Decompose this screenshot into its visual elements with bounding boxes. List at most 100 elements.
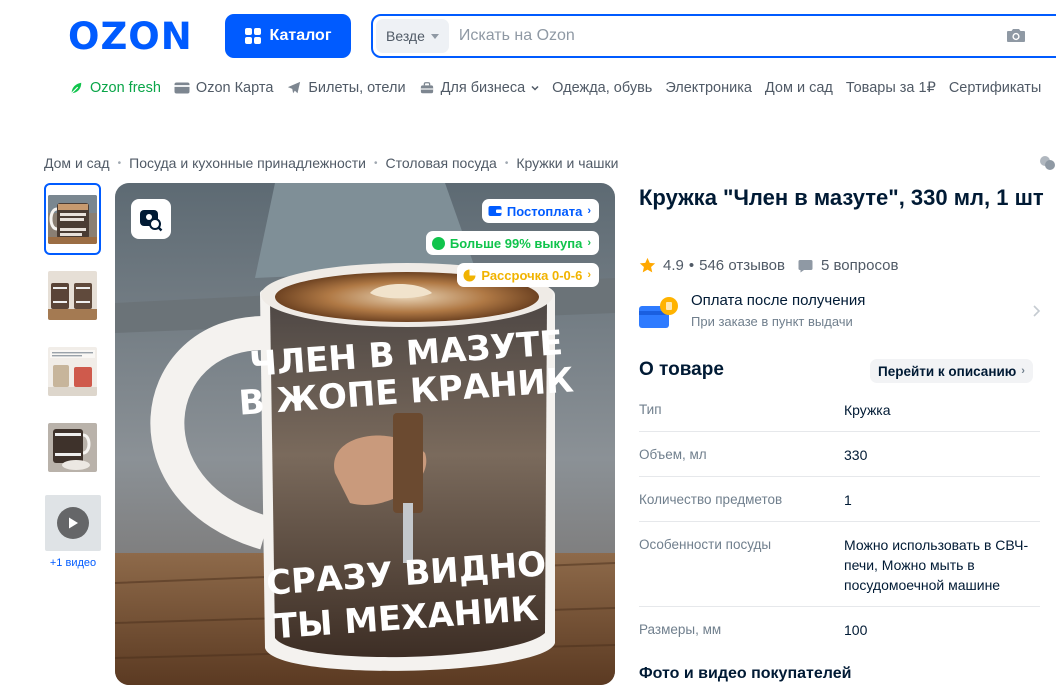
thumbnail-image [48, 346, 97, 396]
thumbnail[interactable] [44, 411, 101, 483]
breadcrumb-separator: • [373, 157, 378, 169]
nav-goods-1rub[interactable]: Товары за 1₽ [846, 80, 936, 96]
nav-label: Одежда, обувь [552, 80, 653, 96]
badge-label: Рассрочка 0-0-6 [481, 267, 583, 283]
camera-icon[interactable] [1006, 27, 1026, 43]
search-scope-label: Везде [386, 28, 425, 44]
nav-certificates[interactable]: Сертификаты [949, 80, 1042, 96]
plane-icon [288, 81, 301, 94]
badge-label: Больше 99% выкупа [449, 235, 583, 251]
spec-key: Тип [639, 402, 662, 417]
badge-installment[interactable]: Рассрочка 0-0-6 › [457, 263, 599, 287]
spec-value: Кружка [844, 402, 891, 418]
ozon-logo[interactable]: OZON [68, 15, 193, 58]
spec-value: 100 [844, 622, 868, 638]
chevron-down-icon [531, 85, 539, 91]
nav-label: Электроника [665, 80, 752, 96]
spec-row: Количество предметов 1 [639, 477, 1040, 522]
spec-row: Особенности посуды Можно использовать в … [639, 522, 1040, 607]
thumbnail[interactable] [44, 183, 101, 255]
customer-photos-title: Фото и видео покупателей [639, 665, 852, 682]
postpay-subtitle: При заказе в пункт выдачи [691, 314, 853, 329]
badge-label: Постоплата [506, 203, 583, 219]
nav-label: Ozon Карта [195, 80, 274, 96]
card-icon [174, 82, 190, 94]
play-icon [56, 507, 89, 539]
nav-electronics[interactable]: Электроника [665, 80, 752, 96]
search-input[interactable] [458, 27, 979, 45]
spec-value: 1 [844, 492, 852, 508]
nav-home-garden[interactable]: Дом и сад [765, 80, 833, 96]
product-photo: ЧЛЕН В МАЗУТЕ В ЖОПЕ КРАНИК СРАЗУ ВИДНО … [115, 183, 615, 685]
spec-row: Размеры, мм 100 [639, 607, 1040, 652]
catalog-label: Каталог [269, 27, 332, 44]
share-icon[interactable] [1039, 155, 1056, 171]
spec-row: Объем, мл 330 [639, 432, 1040, 477]
question-bubble-icon [798, 259, 813, 272]
chevron-right-icon: › [587, 237, 591, 249]
image-search-button[interactable] [131, 199, 171, 239]
star-icon [639, 257, 656, 273]
postpay-info[interactable]: Оплата после получения При заказе в пунк… [639, 292, 1041, 336]
chevron-right-icon: › [587, 205, 591, 217]
card-payment-icon [639, 297, 678, 328]
wallet-icon [488, 206, 502, 216]
thumbnail[interactable] [44, 259, 101, 331]
main-product-image[interactable]: ЧЛЕН В МАЗУТЕ В ЖОПЕ КРАНИК СРАЗУ ВИДНО … [115, 183, 615, 685]
nav-label: Сертификаты [948, 80, 1042, 96]
video-thumbnail[interactable] [44, 487, 101, 559]
reviews-link[interactable]: 546 отзывов [699, 257, 785, 274]
nav-ozon-card[interactable]: Ozon Карта [174, 80, 273, 96]
product-title: Кружка "Член в мазуте", 330 мл, 1 шт [639, 185, 1044, 210]
catalog-button[interactable]: Каталог [225, 14, 351, 58]
nav-tickets[interactable]: Билеты, отели [286, 80, 406, 96]
lens-search-icon [140, 210, 163, 232]
search-bar: Везде [371, 14, 1056, 58]
badge-postpay[interactable]: Постоплата › [481, 199, 599, 223]
thumbnail-image [48, 422, 97, 472]
thumbnail-image [44, 495, 101, 551]
spec-value: Можно использовать в СВЧ-печи, Можно мыт… [844, 537, 1029, 593]
breadcrumb-item[interactable]: Посуда и кухонные принадлежности [129, 155, 366, 171]
caret-down-icon [430, 33, 439, 39]
specs-table: Тип Кружка Объем, мл 330 Количество пред… [639, 387, 1040, 652]
nav-label: Билеты, отели [308, 80, 406, 96]
thumbnail-list: +1 видео [44, 183, 102, 569]
search-scope-select[interactable]: Везде [376, 19, 449, 53]
breadcrumb-item[interactable]: Столовая посуда [385, 155, 496, 171]
briefcase-icon [420, 82, 433, 94]
nav-label: Товары за 1₽ [845, 80, 936, 96]
chevron-right-icon: › [1021, 365, 1025, 377]
spec-key: Размеры, мм [639, 622, 722, 637]
pie-icon [463, 269, 476, 281]
chevron-right-icon [1033, 305, 1041, 317]
rating-row: 4.9 • 546 отзывов 5 вопросов [639, 257, 898, 274]
top-nav: Ozon fresh Ozon Карта Билеты, отели Для … [68, 78, 1054, 98]
goto-description-button[interactable]: Перейти к описанию › [870, 359, 1033, 383]
badge-buyout[interactable]: Больше 99% выкупа › [425, 231, 599, 255]
grid-icon [244, 28, 261, 44]
goto-description-label: Перейти к описанию [878, 363, 1017, 379]
nav-label: Для бизнеса [440, 80, 526, 96]
thumbnail[interactable] [44, 335, 101, 407]
nav-ozon-fresh[interactable]: Ozon fresh [68, 80, 161, 96]
breadcrumb-item[interactable]: Дом и сад [44, 155, 110, 171]
video-count-label[interactable]: +1 видео [44, 557, 102, 569]
postpay-title: Оплата после получения [691, 292, 866, 309]
thumbnail-image [48, 194, 97, 244]
nav-label: Дом и сад [764, 80, 833, 96]
nav-business[interactable]: Для бизнеса [419, 80, 540, 96]
breadcrumb-separator: • [504, 157, 509, 169]
chevron-right-icon: › [587, 269, 591, 281]
breadcrumb-item[interactable]: Кружки и чашки [516, 155, 618, 171]
spec-key: Особенности посуды [639, 537, 772, 552]
questions-link[interactable]: 5 вопросов [821, 257, 898, 274]
breadcrumb-separator: • [117, 157, 122, 169]
spec-row: Тип Кружка [639, 387, 1040, 432]
breadcrumb: Дом и сад • Посуда и кухонные принадлежн… [44, 155, 618, 171]
about-section-title: О товаре [639, 359, 724, 380]
nav-label: Ozon fresh [90, 80, 161, 96]
spec-value: 330 [844, 447, 868, 463]
spec-key: Объем, мл [639, 447, 707, 462]
nav-clothes[interactable]: Одежда, обувь [552, 80, 652, 96]
